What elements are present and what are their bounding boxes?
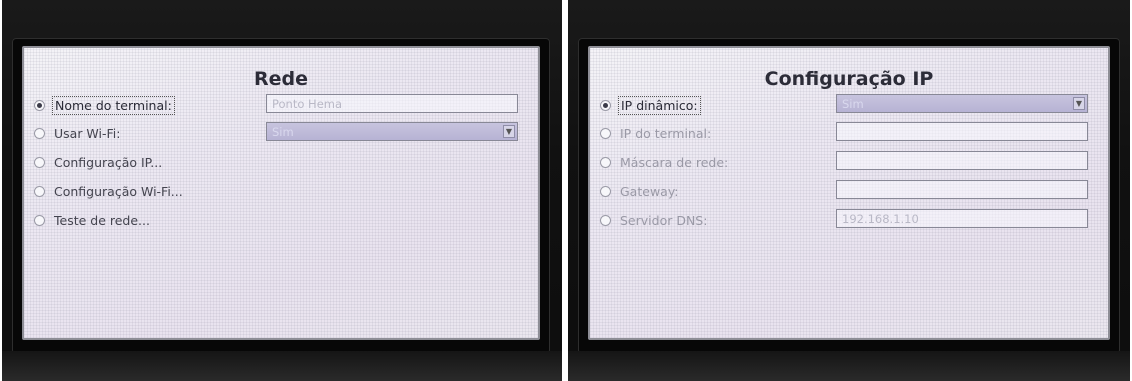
option-netmask[interactable]: Máscara de rede:: [600, 152, 730, 172]
option-dynamic-ip[interactable]: IP dinâmico:: [600, 95, 701, 115]
radio-selected[interactable]: [34, 99, 45, 111]
option-use-wifi[interactable]: Usar Wi-Fi:: [34, 123, 122, 143]
option-label: IP do terminal:: [620, 125, 712, 141]
radio[interactable]: [34, 214, 45, 226]
radio[interactable]: [600, 127, 611, 139]
option-label: Nome do terminal:: [52, 95, 175, 115]
screen-title: Rede: [253, 68, 308, 90]
chevron-down-icon[interactable]: ▼: [503, 125, 515, 138]
screen-title: Configuração IP: [764, 68, 934, 90]
terminal-name-input[interactable]: Ponto Hema: [266, 94, 518, 113]
left-device-photo: Rede Nome do terminal: Usar Wi-Fi: Confi…: [2, 0, 562, 381]
radio[interactable]: [600, 185, 611, 197]
dns-server-input[interactable]: 192.168.1.10: [836, 209, 1088, 228]
select-value: Sim: [842, 97, 864, 111]
gateway-input[interactable]: [836, 180, 1088, 199]
option-label: IP dinâmico:: [618, 95, 701, 115]
option-label: Configuração Wi-Fi...: [54, 183, 183, 199]
device-bezel: Rede Nome do terminal: Usar Wi-Fi: Confi…: [12, 38, 550, 354]
netmask-input[interactable]: [836, 151, 1088, 170]
device-bezel: Configuração IP IP dinâmico: IP do termi…: [578, 38, 1120, 354]
radio-selected[interactable]: [600, 99, 611, 111]
option-wifi-config[interactable]: Configuração Wi-Fi...: [34, 181, 185, 201]
radio[interactable]: [34, 156, 45, 168]
option-label: Máscara de rede:: [620, 154, 729, 170]
radio[interactable]: [34, 127, 45, 139]
option-terminal-ip[interactable]: IP do terminal:: [600, 123, 713, 143]
option-gateway[interactable]: Gateway:: [600, 181, 681, 201]
use-wifi-select[interactable]: Sim ▼: [266, 122, 518, 141]
radio[interactable]: [34, 185, 45, 197]
option-dns-server[interactable]: Servidor DNS:: [600, 210, 709, 230]
dynamic-ip-select[interactable]: Sim ▼: [836, 94, 1088, 113]
option-label: Gateway:: [620, 183, 679, 199]
select-value: Sim: [272, 125, 294, 139]
option-label: Servidor DNS:: [620, 212, 708, 228]
option-network-test[interactable]: Teste de rede...: [34, 210, 152, 230]
option-label: Usar Wi-Fi:: [54, 125, 121, 141]
option-ip-config[interactable]: Configuração IP...: [34, 152, 164, 172]
network-settings-screen: Rede Nome do terminal: Usar Wi-Fi: Confi…: [22, 46, 540, 340]
option-label: Configuração IP...: [54, 154, 163, 170]
terminal-ip-input[interactable]: [836, 122, 1088, 141]
chevron-down-icon[interactable]: ▼: [1073, 97, 1085, 110]
radio[interactable]: [600, 156, 611, 168]
radio[interactable]: [600, 214, 611, 226]
option-label: Teste de rede...: [54, 212, 150, 228]
option-terminal-name[interactable]: Nome do terminal:: [34, 95, 175, 115]
right-device-photo: Configuração IP IP dinâmico: IP do termi…: [568, 0, 1130, 381]
ip-config-screen: Configuração IP IP dinâmico: IP do termi…: [588, 46, 1110, 340]
